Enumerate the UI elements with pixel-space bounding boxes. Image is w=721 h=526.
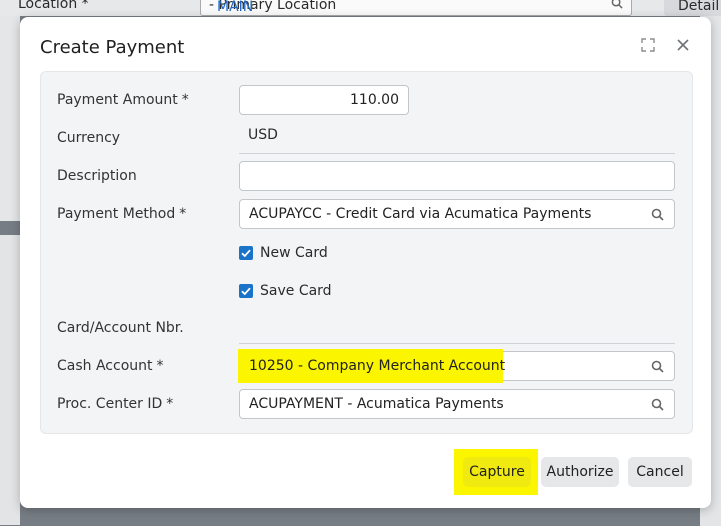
payment-form: Payment Amount * 110.00 Currency USD Desc… — [40, 71, 693, 434]
background-left-panel — [0, 16, 20, 221]
background-left-strip — [0, 235, 20, 525]
cash-account-selector[interactable]: 10250 - Company Merchant Account — [238, 349, 675, 383]
capture-button[interactable]: Capture — [463, 457, 531, 487]
create-payment-dialog: Create Payment Payment Amount * 110.00 Cu… — [20, 17, 711, 508]
close-icon[interactable] — [674, 36, 692, 54]
proc-center-label: Proc. Center ID * — [57, 396, 174, 412]
description-label: Description — [57, 168, 137, 184]
new-card-checkbox[interactable] — [239, 246, 253, 260]
checkmark-icon — [241, 249, 251, 258]
search-icon[interactable] — [651, 208, 664, 221]
location-code: MAIN — [217, 0, 254, 15]
detail-tab-label: Detail — [678, 0, 720, 14]
search-icon[interactable] — [611, 0, 623, 9]
card-account-nbr-label: Card/Account Nbr. — [57, 320, 184, 336]
save-card-checkbox-row[interactable]: Save Card — [239, 283, 332, 299]
currency-value-field: USD — [239, 123, 675, 154]
authorize-button[interactable]: Authorize — [541, 457, 619, 487]
cash-account-label: Cash Account * — [57, 358, 164, 374]
payment-method-value: ACUPAYCC - Credit Card via Acumatica Pay… — [249, 206, 592, 222]
save-card-label: Save Card — [260, 283, 332, 299]
new-card-checkbox-row[interactable]: New Card — [239, 245, 328, 261]
location-field[interactable]: MAIN - Primary Location — [200, 0, 632, 16]
save-card-checkbox[interactable] — [239, 284, 253, 298]
payment-amount-input[interactable]: 110.00 — [239, 85, 409, 115]
dialog-title: Create Payment — [40, 37, 185, 58]
payment-amount-value: 110.00 — [350, 92, 399, 108]
new-card-label: New Card — [260, 245, 328, 261]
detail-tab[interactable]: Detail — [664, 0, 721, 16]
search-icon[interactable] — [651, 398, 664, 411]
proc-center-selector[interactable]: ACUPAYMENT - Acumatica Payments — [239, 389, 675, 419]
search-icon[interactable] — [651, 360, 664, 373]
payment-method-selector[interactable]: ACUPAYCC - Credit Card via Acumatica Pay… — [239, 199, 675, 229]
location-label: Location * — [18, 0, 89, 12]
checkmark-icon — [241, 287, 251, 296]
cash-account-value: 10250 - Company Merchant Account — [249, 358, 506, 374]
currency-label: Currency — [57, 130, 121, 146]
card-account-nbr-field — [239, 313, 675, 344]
payment-amount-label: Payment Amount * — [57, 92, 189, 108]
payment-method-label: Payment Method * — [57, 206, 187, 222]
cancel-button[interactable]: Cancel — [628, 457, 692, 487]
currency-value: USD — [248, 127, 278, 143]
maximize-icon[interactable] — [640, 37, 656, 53]
description-input[interactable] — [239, 161, 675, 191]
proc-center-value: ACUPAYMENT - Acumatica Payments — [249, 396, 504, 412]
